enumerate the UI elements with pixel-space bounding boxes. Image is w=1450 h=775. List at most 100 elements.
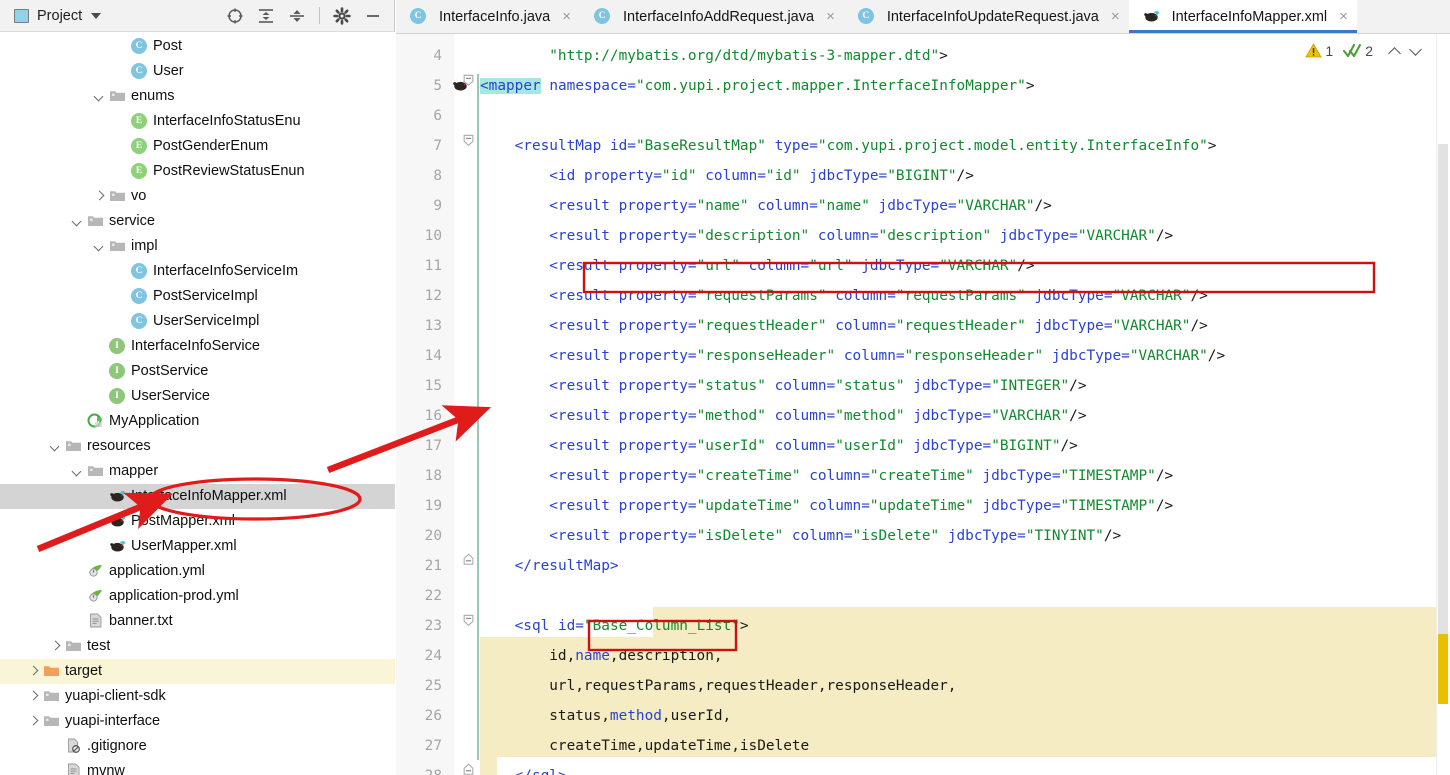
code-line[interactable]: 17 <result property="userId" column="user… [396, 427, 1450, 457]
chevron-down-icon[interactable] [1410, 45, 1422, 57]
tree-item-myapplication[interactable]: MyApplication [0, 409, 395, 434]
tree-item-banner-txt[interactable]: banner.txt [0, 609, 395, 634]
code-line[interactable]: 16 <result property="method" column="meth… [396, 397, 1450, 427]
code-line[interactable]: 19 <result property="updateTime" column="… [396, 487, 1450, 517]
warning-triangle-icon[interactable] [1305, 42, 1323, 59]
tree-item-userservice[interactable]: I UserService [0, 384, 395, 409]
code-editor[interactable]: 4 "http://mybatis.org/dtd/mybatis-3-mappe… [396, 34, 1450, 775]
gear-icon[interactable] [333, 6, 351, 25]
code-line[interactable]: 5 <mapper namespace="com.yupi.project.map… [396, 67, 1450, 97]
tree-arrow-spacer [94, 491, 106, 503]
tree-item-interfaceinfostatusenu[interactable]: E InterfaceInfoStatusEnu [0, 109, 395, 134]
code-line[interactable]: 14 <result property="responseHeader" colu… [396, 337, 1450, 367]
code-line[interactable]: 15 <result property="status" column="stat… [396, 367, 1450, 397]
tree-item-service[interactable]: service [0, 209, 395, 234]
code-line[interactable]: 27 createTime,updateTime,isDelete [396, 727, 1450, 757]
inspection-widget[interactable]: 1 2 [1305, 42, 1422, 59]
tree-item-mapper[interactable]: mapper [0, 459, 395, 484]
tree-expand-arrow-icon[interactable] [28, 716, 40, 728]
code-line[interactable]: 4 "http://mybatis.org/dtd/mybatis-3-mappe… [396, 37, 1450, 67]
fold-region-close-icon[interactable] [462, 553, 475, 566]
code-line[interactable]: 25 url,requestParams,requestHeader,respon… [396, 667, 1450, 697]
tree-item-usermapper-xml[interactable]: UserMapper.xml [0, 534, 395, 559]
tab-close-icon[interactable]: × [826, 9, 835, 24]
tab-close-icon[interactable]: × [1339, 9, 1348, 24]
tree-expand-arrow-icon[interactable] [50, 441, 62, 453]
tree-item-enums[interactable]: enums [0, 84, 395, 109]
tree-item-interfaceinfoserviceim[interactable]: C InterfaceInfoServiceIm [0, 259, 395, 284]
fold-region-open-icon[interactable] [462, 134, 475, 147]
tree-item-post[interactable]: C Post [0, 34, 395, 59]
code-content[interactable]: 4 "http://mybatis.org/dtd/mybatis-3-mappe… [396, 34, 1450, 775]
code-line[interactable]: 7 <resultMap id="BaseResultMap" type="com… [396, 127, 1450, 157]
chevron-up-icon[interactable] [1389, 45, 1401, 57]
tree-item-target[interactable]: target [0, 659, 395, 684]
tree-item-application-prod-yml[interactable]: application-prod.yml [0, 584, 395, 609]
project-tree[interactable]: C Post C User enums E InterfaceInfoStatusEnu E P… [0, 32, 395, 775]
code-line[interactable]: 26 status,method,userId, [396, 697, 1450, 727]
code-line[interactable]: 23 <sql id="Base_Column_List"> [396, 607, 1450, 637]
tree-item-postreviewstatusenun[interactable]: E PostReviewStatusEnun [0, 159, 395, 184]
tree-item-user[interactable]: C User [0, 59, 395, 84]
double-check-icon[interactable] [1343, 42, 1362, 59]
code-line[interactable]: 24 id,name,description, [396, 637, 1450, 667]
chevron-down-icon[interactable] [91, 12, 102, 19]
tree-item-yuapi-interface[interactable]: yuapi-interface [0, 709, 395, 734]
tree-expand-arrow-icon[interactable] [94, 241, 106, 253]
tree-item-vo[interactable]: vo [0, 184, 395, 209]
tree-expand-arrow-icon[interactable] [28, 691, 40, 703]
tree-item-interfaceinfoservice[interactable]: I InterfaceInfoService [0, 334, 395, 359]
tree-item-postgenderenum[interactable]: E PostGenderEnum [0, 134, 395, 159]
tree-expand-arrow-icon[interactable] [72, 466, 84, 478]
fold-region-open-icon[interactable] [462, 74, 475, 87]
code-token: "BaseResultMap" [635, 138, 766, 154]
code-line[interactable]: 18 <result property="createTime" column="… [396, 457, 1450, 487]
tree-item-postmapper-xml[interactable]: PostMapper.xml [0, 509, 395, 534]
code-line[interactable]: 10 <result property="description" column=… [396, 217, 1450, 247]
expand-all-icon[interactable] [257, 7, 275, 25]
tree-item-userserviceimpl[interactable]: C UserServiceImpl [0, 309, 395, 334]
code-line[interactable]: 20 <result property="isDelete" column="is… [396, 517, 1450, 547]
code-line[interactable]: 22 [396, 577, 1450, 607]
code-token: "method" [835, 408, 905, 424]
tree-expand-arrow-icon[interactable] [72, 216, 84, 228]
folder-icon [87, 463, 104, 480]
tree-item-postservice[interactable]: I PostService [0, 359, 395, 384]
tree-item-interfaceinfomapper-xml[interactable]: InterfaceInfoMapper.xml [0, 484, 395, 509]
code-line[interactable]: 12 <result property="requestParams" colum… [396, 277, 1450, 307]
collapse-all-icon[interactable] [288, 7, 306, 25]
code-line[interactable]: 13 <result property="requestHeader" colum… [396, 307, 1450, 337]
tab-close-icon[interactable]: × [562, 9, 571, 24]
tab-close-icon[interactable]: × [1111, 9, 1120, 24]
code-line[interactable]: 8 <id property="id" column="id" jdbcType=… [396, 157, 1450, 187]
editor-tab-bar[interactable]: C InterfaceInfo.java × C InterfaceInfoAddReq… [396, 0, 1450, 34]
fold-region-open-icon[interactable] [462, 614, 475, 627]
tree-item-mvnw[interactable]: mvnw [0, 759, 395, 775]
minimize-icon[interactable] [364, 7, 382, 25]
tree-expand-arrow-icon[interactable] [94, 91, 106, 103]
tab-interfaceinfoaddrequest-java[interactable]: C InterfaceInfoAddRequest.java × [580, 0, 844, 33]
tab-interfaceinfoupdaterequest-java[interactable]: C InterfaceInfoUpdateRequest.java × [843, 0, 1129, 33]
tree-item-impl[interactable]: impl [0, 234, 395, 259]
code-line[interactable]: 11 <result property="url" column="url" jd… [396, 247, 1450, 277]
fold-region-close-icon[interactable] [462, 763, 475, 775]
tree-item-yuapi-client-sdk[interactable]: yuapi-client-sdk [0, 684, 395, 709]
tree-item-gitignore[interactable]: .gitignore [0, 734, 395, 759]
code-line[interactable]: 21 </resultMap> [396, 547, 1450, 577]
code-line[interactable]: 9 <result property="name" column="name" j… [396, 187, 1450, 217]
tree-expand-arrow-icon[interactable] [28, 666, 40, 678]
code-token: createTime,updateTime,isDelete [549, 738, 810, 754]
tree-item-application-yml[interactable]: application.yml [0, 559, 395, 584]
tree-expand-arrow-icon[interactable] [94, 191, 106, 203]
tab-interfaceinfo-java[interactable]: C InterfaceInfo.java × [396, 0, 581, 33]
tree-expand-arrow-icon[interactable] [50, 641, 62, 653]
tree-item-resources[interactable]: resources [0, 434, 395, 459]
tree-item-postserviceimpl[interactable]: C PostServiceImpl [0, 284, 395, 309]
locate-icon[interactable] [226, 7, 244, 25]
code-line[interactable]: 28 </sql> [396, 757, 1450, 775]
tab-interfaceinfomapper-xml[interactable]: InterfaceInfoMapper.xml × [1128, 0, 1358, 33]
tree-item-test[interactable]: test [0, 634, 395, 659]
code-line[interactable]: 6 [396, 97, 1450, 127]
